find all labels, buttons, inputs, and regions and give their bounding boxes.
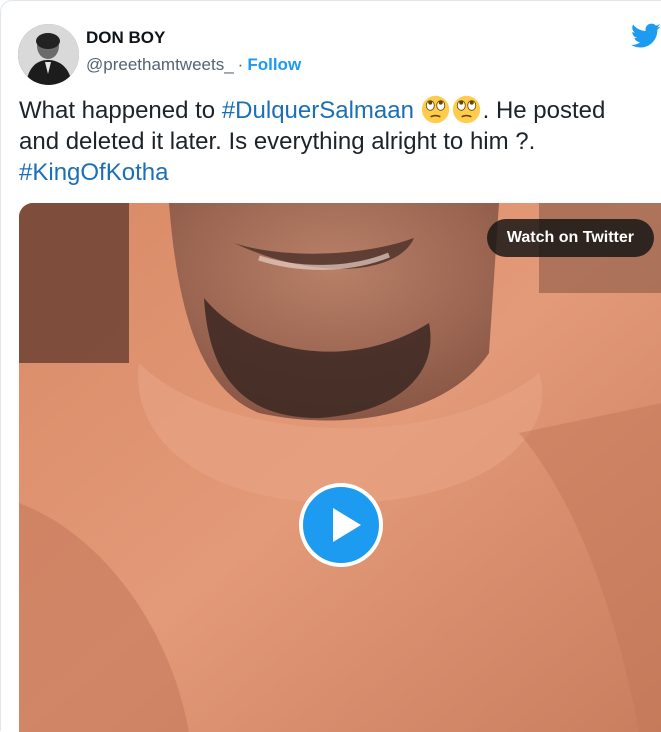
video-player[interactable]: Watch on Twitter [19, 203, 661, 732]
separator-dot: · [237, 55, 244, 74]
play-triangle [333, 508, 361, 542]
twitter-bird-icon[interactable] [631, 23, 661, 49]
watch-on-twitter-button[interactable]: Watch on Twitter [486, 219, 654, 257]
follow-button[interactable]: Follow [247, 55, 301, 74]
tweet-text-prefix: What happened to [19, 97, 222, 124]
author-name[interactable]: DON BOY [86, 28, 165, 48]
video-thumbnail [19, 203, 661, 732]
rolling-eyes-emoji [421, 95, 449, 124]
play-icon[interactable] [299, 483, 383, 567]
tweet-card: DON BOY @preethamtweets_ · Follow What hap… [0, 0, 661, 732]
rolling-eyes-emoji [452, 95, 480, 124]
hashtag-dulquersalmaan[interactable]: #DulquerSalmaan [222, 97, 414, 124]
tweet-text: What happened to #DulquerSalmaan . He po… [19, 95, 649, 188]
author-handle-row: @preethamtweets_ · Follow [86, 55, 301, 75]
author-handle[interactable]: @preethamtweets_ [86, 55, 234, 74]
avatar[interactable] [18, 24, 79, 85]
hashtag-kingofkotha[interactable]: #KingOfKotha [19, 159, 168, 186]
